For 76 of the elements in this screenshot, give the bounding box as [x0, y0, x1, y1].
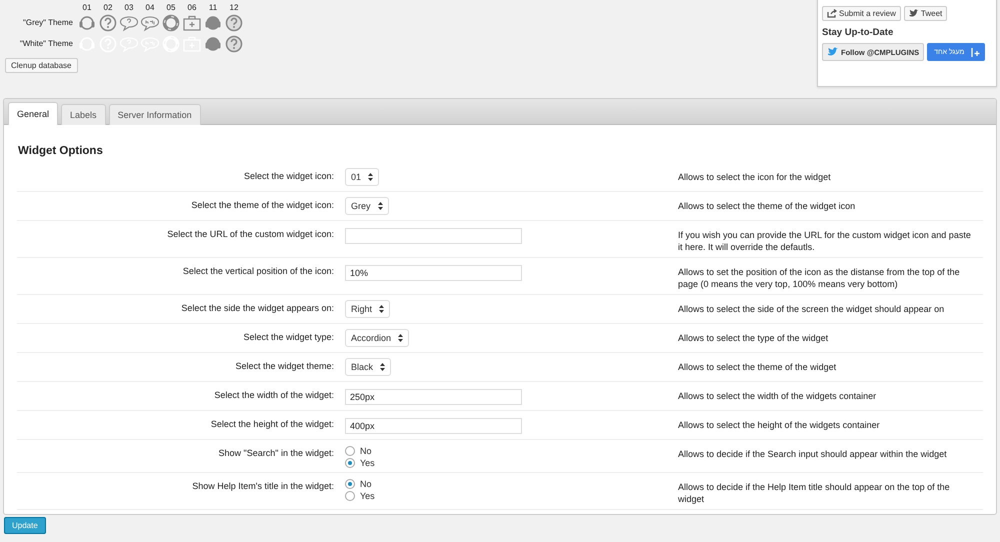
question-icon[interactable] [99, 14, 117, 32]
column-number: 05 [166, 3, 176, 12]
speech-bubble-icon[interactable] [119, 14, 139, 32]
theme-label: "Grey" Theme [22, 18, 74, 27]
updown-icon [368, 173, 374, 181]
tweet-button[interactable]: Tweet [904, 6, 948, 21]
column-number: 01 [82, 3, 92, 12]
radio-button[interactable] [345, 446, 355, 456]
first-aid-kit-icon[interactable] [182, 14, 202, 32]
question-icon[interactable] [225, 34, 243, 52]
option-description: Allows to select the height of the widgets container [678, 419, 881, 432]
speech-bubble-icon[interactable] [140, 14, 160, 32]
section-heading: Widget Options [18, 145, 104, 157]
option-description: Allows to select the icon for the widget [678, 171, 832, 184]
column-number: 03 [124, 3, 134, 12]
dropdown[interactable]: Grey [345, 197, 389, 215]
dropdown[interactable]: Right [345, 300, 390, 318]
radio-option[interactable]: No [345, 446, 372, 456]
option-description: Allows to select the side of the screen the widget should appear on [678, 303, 946, 316]
column-number: 12 [228, 3, 240, 12]
share-icon [827, 9, 837, 18]
column-number: 11 [208, 3, 218, 12]
updown-icon [379, 305, 384, 313]
text-field[interactable]: 400px [345, 418, 522, 434]
plus-icon [969, 46, 982, 58]
lifebuoy-icon[interactable] [162, 14, 180, 32]
option-label: Select the widget theme: [234, 360, 334, 371]
option-label: Show "Search" in the widget: [218, 447, 334, 458]
option-label: Show Help Item's title in the widget: [191, 480, 334, 491]
dropdown[interactable]: 01 [345, 168, 380, 186]
headset-icon[interactable] [204, 14, 222, 32]
radio-button[interactable] [345, 491, 355, 501]
bird-icon [908, 9, 919, 18]
option-description: Allows to set the position of the icon as the distanse from the top of the page (0 means the very top, 100% means very bottom) [678, 266, 961, 291]
option-description: Allows to select the type of the widget [678, 332, 830, 345]
option-label: Select the height of the widget: [210, 418, 334, 429]
tab[interactable]: Labels [61, 104, 106, 125]
bird-icon [827, 47, 839, 57]
dropdown[interactable]: Black [345, 358, 392, 376]
option-description: Allows to select the theme of the widget icon [678, 200, 856, 213]
cleanup-database-button[interactable]: Clenup database [5, 58, 78, 73]
radio-option[interactable]: Yes [345, 458, 375, 468]
option-label: Select the widget type: [242, 331, 334, 342]
radio-option[interactable]: Yes [345, 491, 375, 501]
option-label: Select the widget icon: [242, 170, 334, 181]
column-number: 02 [102, 3, 114, 12]
option-description: Allows to decide if the Search input should appear within the widget [678, 448, 948, 461]
option-label: Select the URL of the custom widget icon: [166, 228, 334, 239]
radio-option[interactable]: No [345, 479, 372, 489]
option-description: Allows to decide if the Help Item title should appear on the top of the widget [678, 481, 951, 506]
option-label: Select the vertical position of the icon: [182, 265, 334, 276]
radio-button[interactable] [345, 479, 355, 489]
updown-icon [378, 202, 383, 210]
headset-icon[interactable] [204, 34, 222, 52]
tab[interactable]: Server Information [108, 104, 201, 125]
radio-button[interactable] [345, 458, 355, 468]
panel-subheading: Stay Up-to-Date [822, 27, 894, 38]
dropdown[interactable]: Accordion [345, 329, 410, 347]
column-number: 06 [186, 3, 198, 12]
option-description: Allows to select the width of the widgets container [678, 390, 878, 403]
column-number: 04 [144, 3, 156, 12]
tab[interactable]: General [8, 102, 58, 125]
text-field[interactable]: 250px [345, 389, 522, 405]
submit-review-button[interactable]: Submit a review [822, 6, 901, 21]
question-icon[interactable] [225, 14, 243, 32]
option-label: Select the theme of the widget icon: [190, 199, 334, 210]
option-description: Allows to select the theme of the widget [678, 361, 838, 374]
text-field[interactable] [345, 228, 522, 244]
updown-icon [380, 363, 386, 371]
updown-icon [398, 334, 404, 342]
option-description: If you wish you can provide the URL for the custom widget icon and paste it here. It will override the defautls. [678, 229, 972, 254]
option-label: Select the width of the widget: [213, 389, 334, 400]
headset-icon[interactable] [78, 14, 96, 32]
option-label: Select the side the widget appears on: [180, 302, 334, 313]
theme-label: "White" Theme [18, 39, 74, 48]
text-field[interactable]: 10% [345, 265, 522, 281]
